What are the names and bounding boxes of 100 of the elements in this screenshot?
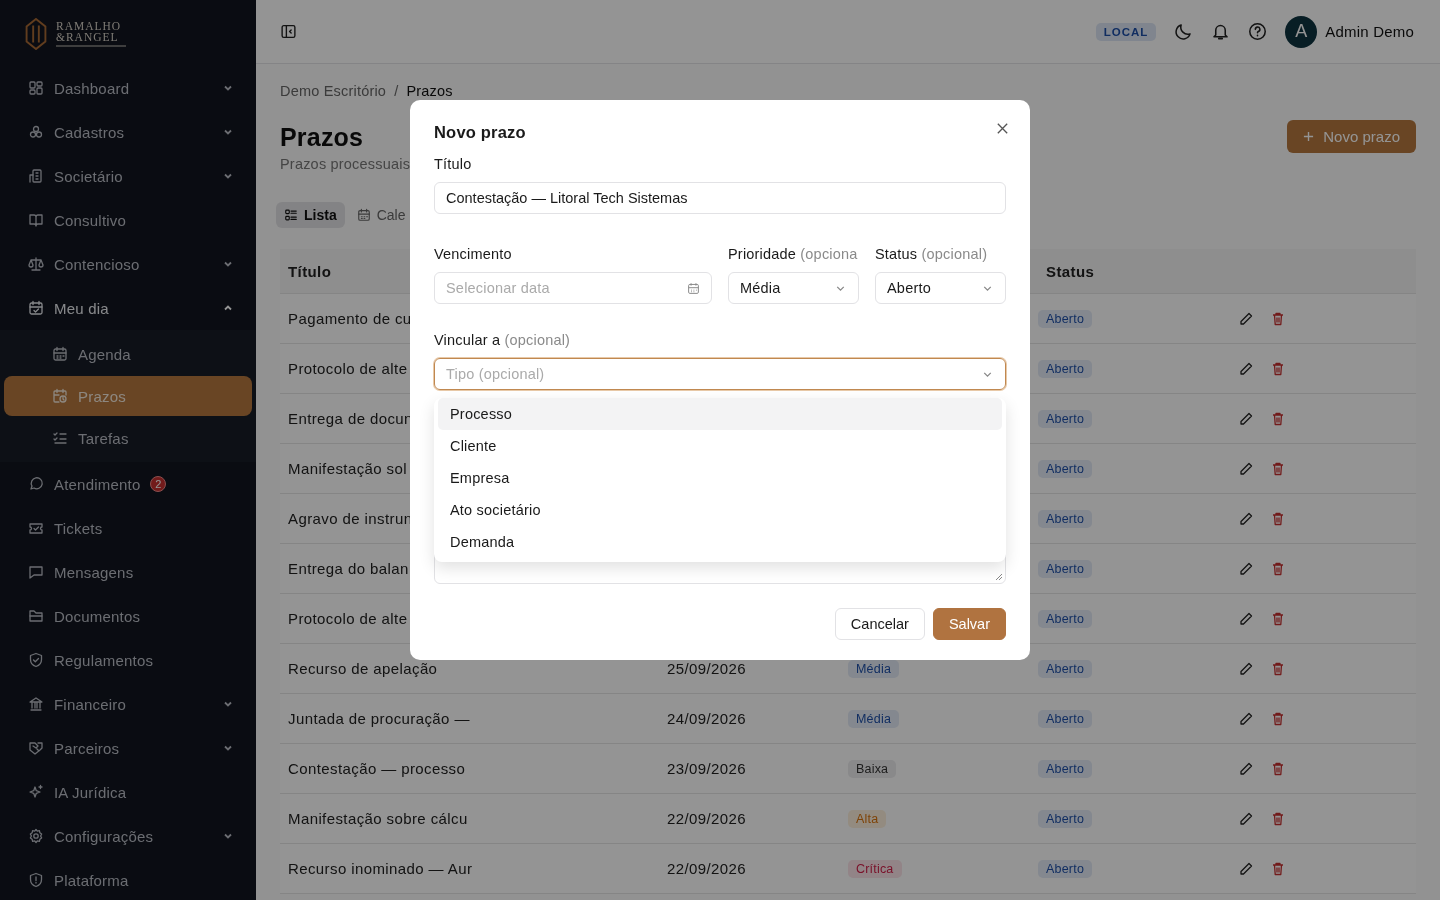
sidebar-item[interactable]: Regulamentos	[4, 640, 252, 680]
field-label: Título	[434, 156, 473, 172]
trash-icon[interactable]	[1270, 510, 1286, 527]
resize-handle-icon[interactable]	[995, 573, 1003, 581]
dialog-title: Novo prazo	[434, 122, 526, 142]
dropdown-option[interactable]: Processo	[438, 398, 1002, 430]
sidebar-item[interactable]: Plataforma	[4, 860, 252, 900]
sidebar-item[interactable]: Tickets	[4, 508, 252, 548]
trash-icon[interactable]	[1270, 610, 1286, 627]
sidebar-subitem[interactable]: Agenda	[4, 334, 252, 374]
status-tag: Aberto	[1038, 560, 1093, 578]
table-cell: Entrega do balan	[288, 560, 409, 577]
user-name[interactable]: Admin Demo	[1325, 23, 1414, 40]
sidebar-item[interactable]: Mensagens	[4, 552, 252, 592]
calendar-check-icon	[28, 300, 44, 316]
table-cell: 22/09/2026	[667, 810, 747, 827]
shield-icon	[28, 872, 44, 888]
table-cell: Manifestação sol	[288, 460, 407, 477]
sidebar-item[interactable]: Consultivo	[4, 200, 252, 240]
edit-icon[interactable]	[1238, 860, 1254, 877]
message-icon	[28, 564, 44, 580]
trash-icon[interactable]	[1270, 460, 1286, 477]
plus-icon	[1303, 131, 1315, 142]
edit-icon[interactable]	[1238, 460, 1254, 477]
building-icon	[28, 168, 44, 184]
sidebar-item[interactable]: Meu dia	[4, 288, 252, 328]
grid-icon	[28, 80, 44, 96]
table-cell: 24/09/2026	[667, 710, 747, 727]
page-subtitle: Prazos processuais	[280, 155, 411, 174]
cancel-button[interactable]: Cancelar	[834, 608, 925, 640]
sparkles-icon	[28, 784, 44, 800]
sidebar-subitem[interactable]: Tarefas	[4, 418, 252, 458]
breadcrumb-link[interactable]: Prazos	[406, 82, 453, 100]
sidebar-item[interactable]: Dashboard	[4, 68, 252, 108]
edit-icon[interactable]	[1238, 410, 1254, 427]
dropdown-option[interactable]: Demanda	[438, 526, 1002, 558]
status-select[interactable]: Aberto	[875, 272, 1006, 304]
status-tag: Aberto	[1038, 510, 1093, 528]
sidebar-item[interactable]: Cadastros	[4, 112, 252, 152]
view-tab[interactable]: Lista	[276, 202, 345, 228]
table-cell: 22/09/2026	[667, 860, 747, 877]
settings-icon	[28, 828, 44, 844]
trash-icon[interactable]	[1270, 660, 1286, 677]
trash-icon[interactable]	[1270, 710, 1286, 727]
sidebar-item[interactable]: Societário	[4, 156, 252, 196]
count-badge: 2	[150, 476, 167, 492]
trash-icon[interactable]	[1270, 310, 1286, 327]
edit-icon[interactable]	[1238, 560, 1254, 577]
sidebar-item[interactable]: Configurações	[4, 816, 252, 856]
sidebar-item[interactable]: Atendimento 2	[4, 464, 252, 504]
dropdown-option[interactable]: Ato societário	[438, 494, 1002, 526]
status-tag: Aberto	[1038, 810, 1093, 828]
edit-icon[interactable]	[1238, 510, 1254, 527]
title-input[interactable]: Contestação — Litoral Tech Sistemas	[434, 182, 1006, 214]
avatar[interactable]: A	[1285, 15, 1318, 48]
edit-icon[interactable]	[1238, 610, 1254, 627]
edit-icon[interactable]	[1238, 360, 1254, 377]
priority-select[interactable]: Média	[728, 272, 859, 304]
sidebar-subitem[interactable]: Prazos	[4, 376, 252, 416]
page-title: Prazos	[280, 122, 365, 152]
field-label: Vincular a (opcional)	[434, 332, 572, 348]
calendar-clock-icon	[52, 388, 68, 404]
dropdown-option[interactable]: Cliente	[438, 430, 1002, 462]
folder-icon	[28, 608, 44, 624]
sidebar-item[interactable]: Contencioso	[4, 244, 252, 284]
edit-icon[interactable]	[1238, 310, 1254, 327]
link-type-select[interactable]: Tipo (opcional)	[434, 358, 1006, 390]
edit-icon[interactable]	[1238, 710, 1254, 727]
brand-tagline-drawing	[56, 44, 126, 47]
shield-check-icon	[28, 652, 44, 668]
trash-icon[interactable]	[1270, 360, 1286, 377]
edit-icon[interactable]	[1238, 760, 1254, 777]
sidebar-toggle-icon[interactable]	[280, 23, 297, 40]
sidebar-item[interactable]: Financeiro	[4, 684, 252, 724]
sidebar-item[interactable]: Documentos	[4, 596, 252, 636]
table-cell: 25/09/2026	[667, 660, 747, 677]
moon-icon[interactable]	[1174, 22, 1194, 41]
save-button[interactable]: Salvar	[932, 608, 1006, 640]
trash-icon[interactable]	[1270, 560, 1286, 577]
table-cell: Juntada de procuração —	[288, 710, 470, 727]
edit-icon[interactable]	[1238, 810, 1254, 827]
sidebar-item[interactable]: Parceiros	[4, 728, 252, 768]
breadcrumb-link[interactable]: Demo Escritório	[280, 82, 387, 100]
edit-icon[interactable]	[1238, 660, 1254, 677]
new-deadline-button[interactable]: Novo prazo	[1287, 120, 1416, 153]
sidebar-item[interactable]: IA Jurídica	[4, 772, 252, 812]
view-tab[interactable]: Cale	[348, 202, 414, 228]
trash-icon[interactable]	[1270, 410, 1286, 427]
chat-bubble-icon	[28, 476, 44, 492]
status-tag: Aberto	[1038, 410, 1093, 428]
trash-icon[interactable]	[1270, 810, 1286, 827]
logo-icon	[24, 18, 48, 50]
trash-icon[interactable]	[1270, 860, 1286, 877]
help-icon[interactable]	[1248, 22, 1268, 41]
table-cell: Pagamento de cu	[288, 310, 412, 327]
date-picker[interactable]: Selecionar data	[434, 272, 712, 304]
notification-icon[interactable]	[1211, 22, 1231, 41]
trash-icon[interactable]	[1270, 760, 1286, 777]
dropdown-option[interactable]: Empresa	[438, 462, 1002, 494]
calendar-icon	[687, 281, 700, 295]
